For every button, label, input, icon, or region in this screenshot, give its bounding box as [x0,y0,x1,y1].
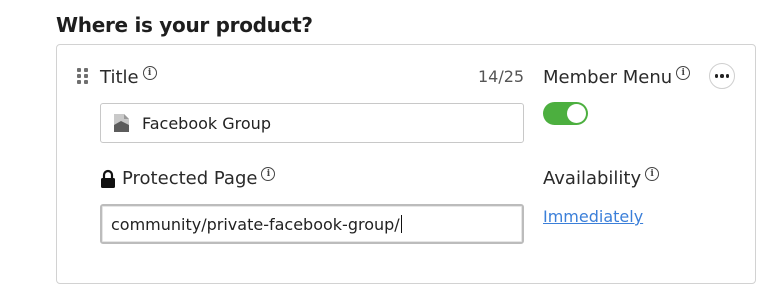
availability-info-icon[interactable]: i [645,167,660,181]
availability-label: Availability [543,168,642,189]
drag-handle-icon[interactable] [77,68,88,84]
toggle-knob [567,104,586,123]
lock-icon [101,169,115,188]
page-icon [114,114,129,132]
more-options-button[interactable] [709,63,735,89]
member-menu-label: Member Menu [543,67,673,88]
protected-page-info-icon[interactable]: i [261,167,276,181]
title-input-value: Facebook Group [142,113,271,133]
title-char-count: 14/25 [478,67,525,86]
availability-label-group: Availability i [543,167,660,189]
protected-page-input[interactable]: community/private-facebook-group/ [100,204,524,244]
protected-page-label: Protected Page [122,168,258,189]
title-input[interactable]: Facebook Group [100,103,524,143]
section-heading: Where is your product? [56,13,313,37]
member-menu-info-icon[interactable]: i [676,66,691,80]
text-caret [400,215,402,233]
title-label: Title [100,67,139,88]
protected-page-input-value: community/private-facebook-group/ [111,214,400,234]
title-info-icon[interactable]: i [142,66,157,80]
member-menu-label-group: Member Menu i [543,66,691,88]
protected-page-label-group: Protected Page i [100,167,276,189]
availability-link[interactable]: Immediately [543,207,643,226]
member-menu-toggle[interactable] [543,102,588,125]
title-label-group: Title i [100,66,157,88]
